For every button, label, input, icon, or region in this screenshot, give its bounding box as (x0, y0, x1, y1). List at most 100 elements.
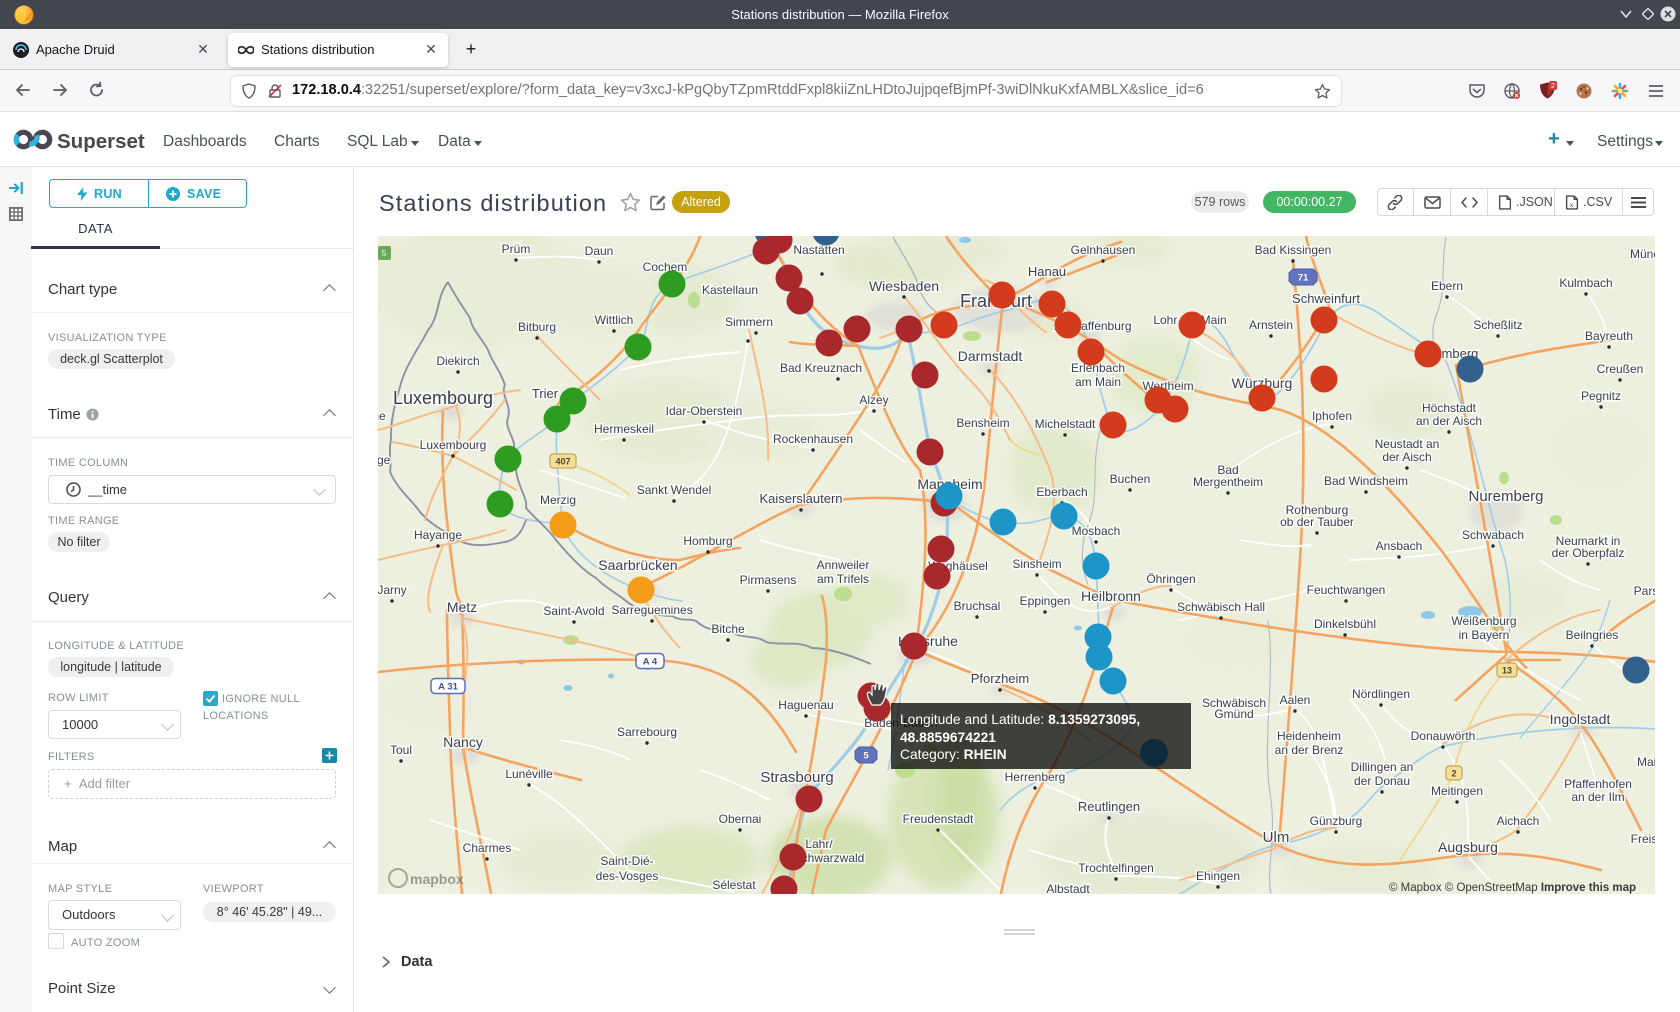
svg-text:Darmstadt: Darmstadt (958, 348, 1023, 364)
svg-text:Rockenhausen: Rockenhausen (773, 432, 853, 446)
svg-text:Merzig: Merzig (540, 493, 576, 507)
svg-text:Günzburg: Günzburg (1310, 814, 1363, 828)
svg-text:407: 407 (555, 457, 570, 467)
svg-text:Dinkelsbühl: Dinkelsbühl (1314, 617, 1376, 631)
svg-text:Gelnhausen: Gelnhausen (1071, 243, 1136, 257)
svg-text:Buchen: Buchen (1110, 472, 1151, 486)
svg-text:Herrenberg: Herrenberg (1005, 770, 1066, 784)
svg-text:Neustadt an: Neustadt an (1375, 437, 1440, 451)
svg-text:Mergentheim: Mergentheim (1193, 475, 1263, 489)
svg-text:Eppingen: Eppingen (1020, 594, 1071, 608)
svg-text:Saint-Avold: Saint-Avold (543, 604, 604, 618)
svg-text:Albstadt: Albstadt (1046, 882, 1090, 894)
svg-text:Reutlingen: Reutlingen (1078, 799, 1140, 814)
svg-text:Trier: Trier (532, 386, 559, 401)
svg-text:Lahr/: Lahr/ (805, 837, 833, 851)
svg-text:mapbox: mapbox (410, 871, 464, 887)
svg-text:Kaiserslautern: Kaiserslautern (759, 491, 842, 506)
svg-text:Jarny: Jarny (378, 583, 407, 597)
svg-text:an der Ilm: an der Ilm (1571, 790, 1624, 804)
svg-text:x: x (1570, 202, 1574, 209)
svg-text:Longitude and Latitude: 8.1359: Longitude and Latitude: 8.1359273095, (900, 712, 1140, 727)
svg-text:der Aisch: der Aisch (1382, 450, 1431, 464)
svg-text:Donauwörth: Donauwörth (1411, 729, 1476, 743)
svg-text:Ebern: Ebern (1431, 279, 1463, 293)
svg-text:Ehingen: Ehingen (1196, 869, 1240, 883)
svg-text:Bitche: Bitche (711, 622, 745, 636)
svg-text:13: 13 (1502, 666, 1512, 676)
svg-text:Pirmasens: Pirmasens (740, 573, 797, 587)
svg-text:Toul: Toul (390, 743, 412, 757)
svg-text:5: 5 (863, 751, 869, 762)
svg-text:Heidenheim: Heidenheim (1277, 729, 1341, 743)
svg-text:Wiesbaden: Wiesbaden (869, 278, 939, 294)
svg-text:Simmern: Simmern (725, 315, 773, 329)
svg-text:Parsberg: Parsberg (1634, 584, 1655, 598)
svg-text:Ansbach: Ansbach (1376, 539, 1423, 553)
svg-text:Luxembourg: Luxembourg (393, 388, 493, 408)
svg-text:in Bayern: in Bayern (1459, 628, 1510, 642)
svg-text:Saint-Dié-: Saint-Dié- (600, 854, 653, 868)
svg-text:Aichach: Aichach (1497, 814, 1540, 828)
svg-text:Nancy: Nancy (443, 734, 483, 750)
svg-text:ne: ne (378, 409, 386, 423)
svg-text:Dillingen an: Dillingen an (1351, 760, 1414, 774)
svg-text:Obernai: Obernai (719, 812, 762, 826)
svg-text:Gmünd: Gmünd (1214, 707, 1253, 721)
svg-text:2: 2 (1451, 769, 1456, 779)
svg-text:Metz: Metz (447, 599, 477, 615)
svg-text:Öhringen: Öhringen (1146, 572, 1195, 586)
svg-text:am Trifels: am Trifels (817, 572, 869, 586)
svg-text:Eberbach: Eberbach (1036, 485, 1087, 499)
svg-text:Category: RHEIN: Category: RHEIN (900, 747, 1007, 762)
svg-text:Schwäbisch Hall: Schwäbisch Hall (1177, 600, 1265, 614)
svg-text:A 4: A 4 (643, 657, 658, 668)
svg-text:Ingolstadt: Ingolstadt (1550, 711, 1611, 727)
svg-text:Homburg: Homburg (683, 534, 732, 548)
svg-text:Kulmbach: Kulmbach (1559, 276, 1612, 290)
svg-text:© Mapbox © OpenStreetMap Impro: © Mapbox © OpenStreetMap Improve this ma… (1389, 882, 1636, 894)
svg-text:Lunéville: Lunéville (505, 767, 553, 781)
svg-text:Sankt Wendel: Sankt Wendel (637, 483, 712, 497)
svg-text:an der Brenz: an der Brenz (1275, 743, 1344, 757)
svg-text:Nastätten: Nastätten (793, 243, 844, 257)
svg-text:Strasbourg: Strasbourg (760, 769, 833, 786)
svg-text:Meitingen: Meitingen (1431, 784, 1483, 798)
svg-text:Nördlingen: Nördlingen (1352, 687, 1410, 701)
svg-text:71: 71 (1298, 273, 1309, 284)
svg-text:Luxembourg: Luxembourg (420, 438, 487, 452)
svg-text:Beilngries: Beilngries (1566, 628, 1619, 642)
svg-text:an der Aisch: an der Aisch (1416, 414, 1482, 428)
svg-text:Nuremberg: Nuremberg (1468, 488, 1543, 505)
svg-text:Hayange: Hayange (414, 528, 462, 542)
svg-text:Münchberg: Münchberg (1630, 247, 1655, 261)
svg-text:der Donau: der Donau (1354, 774, 1410, 788)
svg-text:ange: ange (378, 453, 391, 467)
svg-text:48.8859674221: 48.8859674221 (900, 730, 996, 745)
svg-text:Bad Windsheim: Bad Windsheim (1324, 474, 1408, 488)
svg-text:Pforzheim: Pforzheim (971, 671, 1030, 686)
svg-text:Freudenstadt: Freudenstadt (903, 812, 974, 826)
svg-text:Pfaffenhofen: Pfaffenhofen (1564, 777, 1632, 791)
svg-text:Heilbronn: Heilbronn (1081, 588, 1141, 604)
svg-text:Bayreuth: Bayreuth (1585, 329, 1633, 343)
svg-text:Arnstein: Arnstein (1249, 318, 1293, 332)
svg-text:Alzey: Alzey (859, 393, 888, 407)
svg-text:Wittlich: Wittlich (595, 313, 634, 327)
svg-text:Idar-Oberstein: Idar-Oberstein (666, 404, 743, 418)
svg-text:Scheßlitz: Scheßlitz (1473, 318, 1522, 332)
svg-text:Bad Kissingen: Bad Kissingen (1255, 243, 1332, 257)
svg-text:Schwabach: Schwabach (1462, 528, 1524, 542)
svg-text:Sarrebourg: Sarrebourg (617, 725, 677, 739)
svg-text:Bensheim: Bensheim (956, 416, 1009, 430)
svg-text:ob der Tauber: ob der Tauber (1280, 515, 1354, 529)
svg-text:des-Vosges: des-Vosges (596, 869, 659, 883)
svg-text:Hermeskeil: Hermeskeil (594, 422, 654, 436)
svg-text:Hanau: Hanau (1028, 264, 1066, 279)
svg-text:A 31: A 31 (438, 682, 458, 693)
svg-text:Pegnitz: Pegnitz (1581, 389, 1621, 403)
svg-text:Höchstadt: Höchstadt (1422, 401, 1477, 415)
svg-text:Creußen: Creußen (1597, 362, 1644, 376)
svg-text:Daun: Daun (585, 244, 614, 258)
svg-text:Mainburg: Mainburg (1637, 755, 1655, 769)
